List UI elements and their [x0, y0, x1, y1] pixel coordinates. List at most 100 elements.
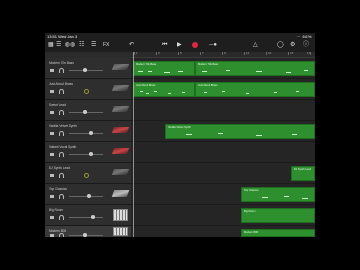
note [284, 196, 289, 197]
solo-headphones-icon[interactable] [59, 215, 64, 220]
track-name: Modern 70s Bass [49, 61, 74, 65]
track-volume-slider[interactable] [69, 131, 103, 135]
ruler-bar-number: 9 [224, 51, 226, 55]
region-label: Just About Brass [136, 84, 156, 87]
note [226, 70, 230, 71]
solo-headphones-icon[interactable] [59, 173, 64, 178]
midi-region[interactable]: Modern 70s Bass [195, 61, 315, 76]
metronome-icon[interactable]: △ [253, 41, 258, 50]
ruler-bar-number: 15 [290, 51, 294, 55]
track-volume-slider[interactable] [69, 233, 103, 237]
status-time: 13:51 [47, 34, 58, 39]
track-header[interactable]: Just About Brass [45, 79, 131, 100]
mute-icon[interactable] [50, 69, 54, 72]
volume-slider-icon[interactable]: ─● [207, 41, 219, 50]
solo-headphones-icon[interactable] [59, 233, 64, 237]
track-volume-slider[interactable] [69, 110, 103, 114]
mute-icon[interactable] [50, 90, 54, 93]
drum-pads-thumbnail-icon [113, 227, 128, 236]
midi-region[interactable]: Big Room [241, 208, 315, 223]
volume-knob[interactable] [91, 215, 95, 219]
solo-headphones-icon[interactable] [59, 68, 64, 73]
solo-headphones-icon[interactable] [59, 131, 64, 136]
track-header-selected[interactable]: Modern 808 [45, 226, 131, 237]
ruler-tick [200, 52, 201, 55]
midi-region[interactable]: Just About Brass [195, 82, 315, 97]
solo-headphones-icon[interactable] [59, 152, 64, 157]
solo-headphones-icon[interactable] [59, 89, 64, 94]
mute-icon[interactable] [50, 234, 54, 237]
help-icon[interactable]: ⓘ [303, 41, 309, 50]
mute-icon[interactable] [50, 216, 54, 219]
track-header[interactable]: DJ Synth Lead [45, 163, 131, 184]
mute-icon[interactable] [50, 111, 54, 114]
browser-icon[interactable]: ▦ [48, 41, 54, 50]
ruler-bar-number: 3 [158, 51, 160, 55]
note [262, 197, 268, 198]
track-volume-slider[interactable] [69, 194, 103, 198]
track-name: Valiant Vocal Synth [49, 145, 77, 149]
volume-knob[interactable] [87, 194, 91, 198]
note [274, 92, 277, 93]
volume-knob[interactable] [83, 110, 87, 114]
midi-region[interactable]: Modern 808 [241, 229, 315, 237]
track-header[interactable]: Vanilla Velvet Synth [45, 121, 131, 142]
note [138, 71, 143, 72]
track-header[interactable]: Valiant Vocal Synth [45, 142, 131, 163]
note [304, 70, 308, 71]
note [182, 92, 185, 93]
track-volume-slider[interactable] [69, 68, 103, 72]
volume-knob[interactable] [83, 68, 87, 72]
playhead[interactable] [133, 52, 134, 237]
midi-region[interactable]: DJ Synth Lead [291, 166, 315, 181]
region-label: Just About Brass [198, 84, 218, 87]
ruler-bar-number: 7 [202, 51, 204, 55]
track-name: Modern 808 [49, 229, 67, 233]
record-ready-ring[interactable] [84, 173, 89, 178]
play-icon[interactable]: ▶ [177, 41, 182, 50]
volume-knob[interactable] [83, 233, 87, 237]
midi-region[interactable]: Modern 70s Bass [133, 61, 195, 76]
status-date: Wed Jan 3 [58, 34, 78, 39]
solo-headphones-icon[interactable] [59, 110, 64, 115]
note [164, 72, 170, 73]
garageband-screen: 13:51 Wed Jan 3 ⋯ 66% ▦ ☰ ◍◍ ☷ ☰ FX ↶ ⏮ … [45, 33, 315, 237]
mute-icon[interactable] [50, 195, 54, 198]
mute-icon[interactable] [50, 174, 54, 177]
volume-knob[interactable] [89, 152, 93, 156]
midi-region[interactable]: Top Classics [241, 187, 315, 202]
loop-icon[interactable]: ◯ [277, 41, 284, 50]
mute-icon[interactable] [50, 132, 54, 135]
track-lanes[interactable]: Modern 70s Bass Modern 70s Bass Just Abo… [131, 58, 315, 237]
note [202, 71, 207, 72]
eq-icon[interactable]: ☷ [79, 41, 84, 50]
midi-region[interactable]: Just About Brass [133, 82, 195, 97]
undo-icon[interactable]: ↶ [129, 41, 134, 50]
track-volume-slider[interactable] [69, 215, 103, 219]
mute-icon[interactable] [50, 153, 54, 156]
fx-button[interactable]: FX [103, 41, 109, 50]
track-header[interactable]: Sweet Lead [45, 100, 131, 121]
keyboard-thumbnail-icon [111, 64, 130, 70]
solo-headphones-icon[interactable] [59, 194, 64, 199]
midi-region[interactable]: Vanilla Velvet Synth [165, 124, 315, 139]
keyboard-thumbnail-icon [111, 190, 130, 197]
mixer-icon[interactable]: ☰ [91, 41, 96, 50]
lane [131, 163, 315, 184]
record-ready-ring[interactable] [84, 89, 89, 94]
ruler-bar-number: 13 [268, 51, 272, 55]
rewind-icon[interactable]: ⏮ [162, 41, 167, 50]
region-label: Big Room [244, 210, 256, 213]
tracks-view-icon[interactable]: ☰ [56, 41, 61, 50]
note [302, 198, 308, 199]
volume-knob[interactable] [89, 131, 93, 135]
smart-controls-icon[interactable]: ◍◍ [64, 41, 76, 50]
note [256, 135, 262, 136]
track-volume-slider[interactable] [69, 152, 103, 156]
track-name: Big Room [49, 208, 63, 212]
record-button[interactable] [192, 42, 198, 48]
settings-icon[interactable]: ⚙ [290, 41, 295, 50]
track-header[interactable]: Big Room [45, 205, 131, 226]
track-header[interactable]: Top Classics [45, 184, 131, 205]
track-header[interactable]: Modern 70s Bass [45, 58, 131, 79]
